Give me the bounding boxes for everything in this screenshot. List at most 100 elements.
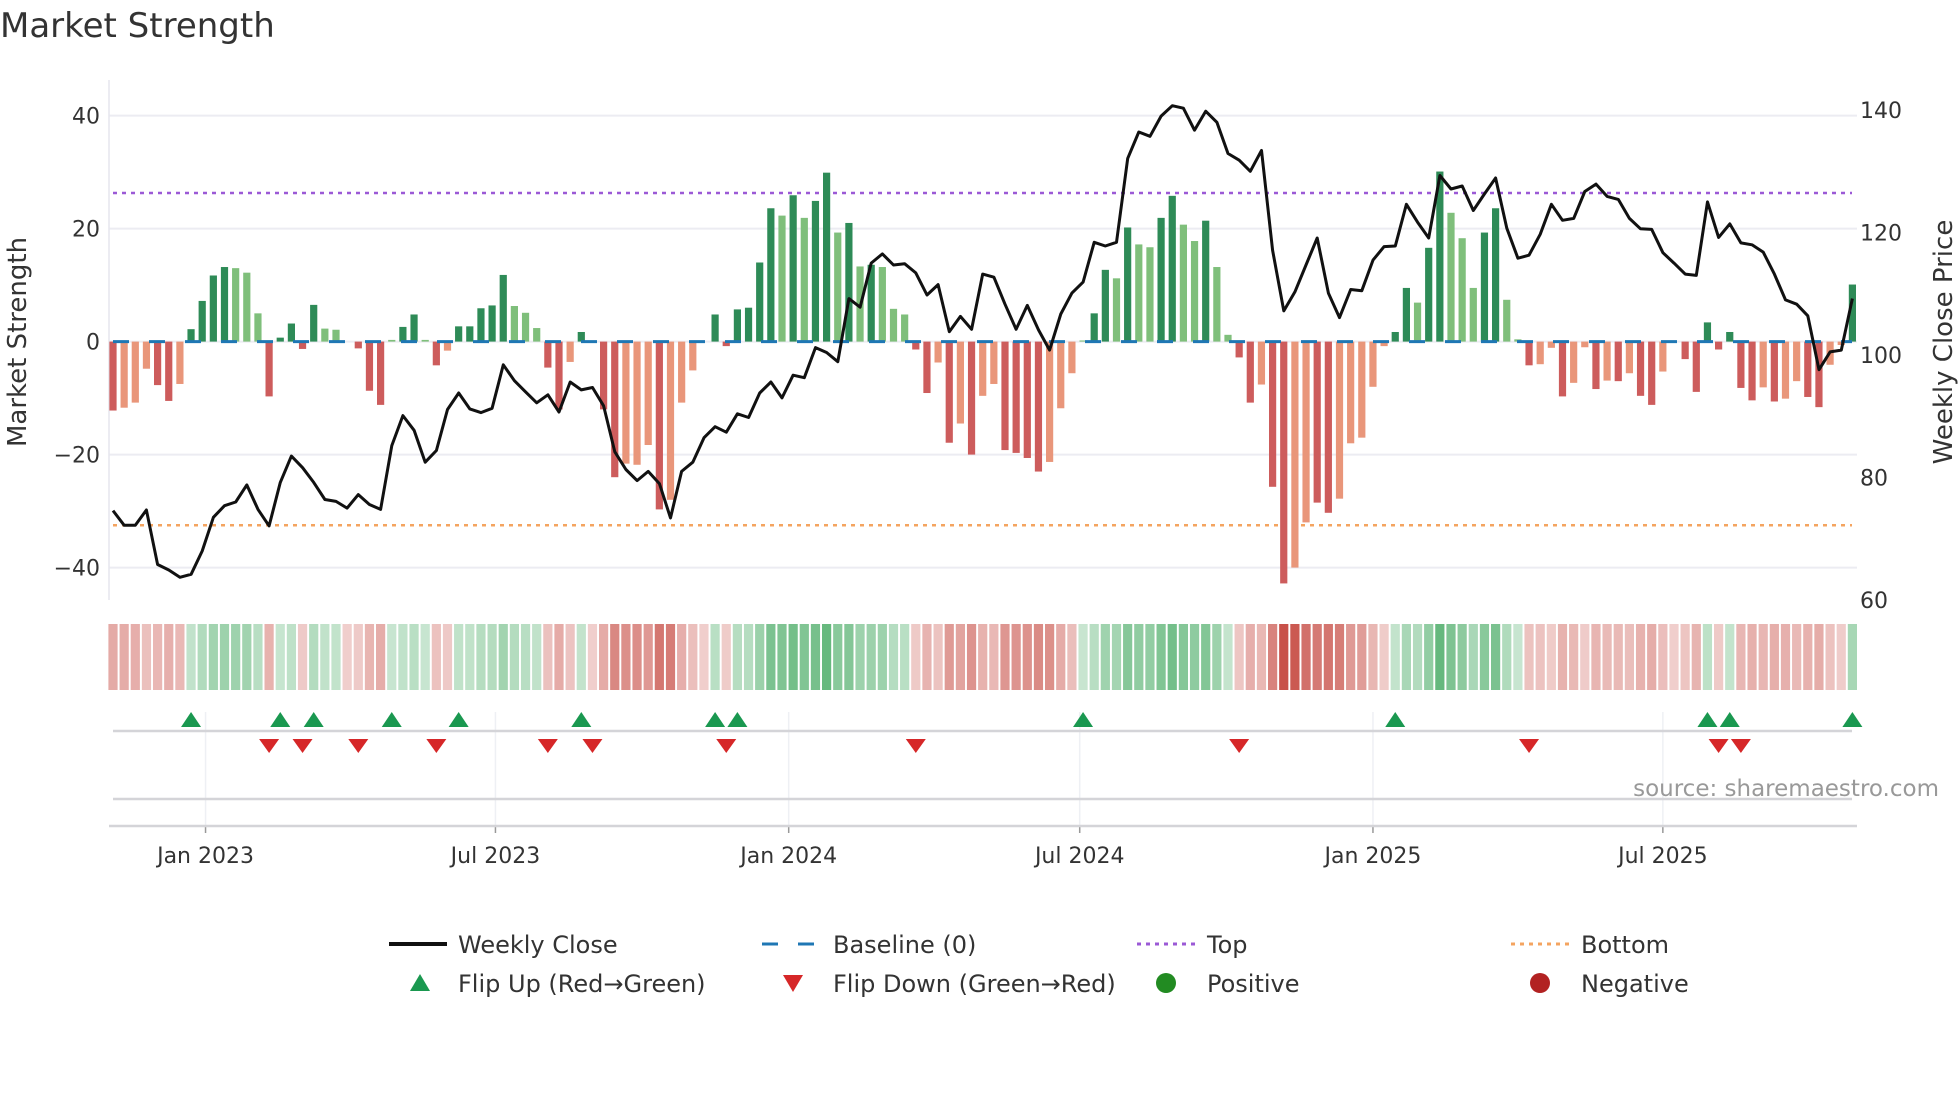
legend-item: Negative [1530,970,1689,998]
strength-heat-cell [688,624,698,690]
flip-down-marker [1730,739,1751,753]
strength-heat-cell [442,624,453,690]
strength-bar [377,341,385,405]
flip-up-marker [571,712,592,727]
flip-down-marker [1708,739,1729,753]
legend-label: Baseline (0) [833,931,976,959]
strength-bar [1124,227,1132,342]
strength-heat-cell [978,624,988,690]
strength-heat-cell [922,624,932,690]
strength-bar [1046,341,1054,462]
flip-down-marker [1519,739,1540,753]
strength-bar [778,215,786,342]
strength-heat-cell [1647,624,1657,690]
strength-bar [789,195,797,342]
strength-heat-cell [1624,624,1634,690]
strength-bar [455,326,463,342]
strength-heat-cell [498,624,508,690]
strength-bar [1190,241,1199,342]
strength-heat-cell [108,624,118,690]
strength-heat-cell [743,624,754,690]
strength-bar [354,341,362,349]
strength-heat-cell [1669,624,1679,690]
strength-heat-cell [1691,624,1701,690]
strength-heat-cell [1390,624,1400,690]
strength-heat-cell [130,624,140,690]
strength-bar [956,341,964,424]
strength-bar [934,341,942,363]
strength-bar [1804,341,1812,397]
strength-heat-cell [844,624,854,690]
strength-bar [1570,341,1578,383]
strength-bar [1614,341,1622,382]
market-strength-chart: 40 20 0 −20 −40 140 120 100 80 60 Market Strength W… [3,80,1959,998]
strength-heat-cell [565,624,575,690]
strength-bar [388,339,396,342]
strength-heat-cell [677,624,687,690]
strength-heat-cell [1134,624,1144,690]
strength-heat-cell [1747,624,1757,690]
strength-heat-cell [1524,624,1534,690]
strength-bar [310,304,318,342]
y2-tick-label: 100 [1860,344,1902,369]
y-tick-label: 20 [72,218,100,243]
x-tick-label: Jul 2024 [1033,844,1125,869]
strength-bar [265,341,273,397]
strength-heat-cell [364,624,375,690]
strength-bar [1090,313,1098,342]
strength-heat-cell [253,624,263,690]
strength-heat-cell [1056,624,1066,690]
strength-bar [945,341,953,443]
strength-bar [823,172,831,342]
strength-bar [1324,341,1332,513]
strength-bar [1793,341,1801,382]
strength-bar [1770,341,1778,402]
strength-heat-cell [1435,624,1445,690]
strength-bar [1726,331,1734,342]
legend-item: Baseline (0) [762,931,976,959]
strength-heat-cell [1256,624,1267,690]
strength-bar [678,341,686,403]
strength-bar [1168,195,1176,342]
strength-bar [232,268,240,342]
strength-heat-cell [1792,624,1802,690]
strength-heat-cell [465,624,475,690]
strength-bar [544,341,552,368]
strength-bar [756,262,764,342]
strength-bar [1179,224,1187,342]
strength-bar [477,308,485,342]
legend-label: Bottom [1581,931,1669,959]
flip-down-marker [426,739,447,753]
strength-heat-cell [766,624,776,690]
strength-bar [421,339,429,342]
strength-bar [767,208,775,342]
strength-heat-cell [788,624,798,690]
strength-heat-cell [1580,624,1590,690]
strength-bar [399,326,407,342]
strength-bar [1447,212,1455,342]
strength-bar [276,337,284,342]
strength-bar [410,314,418,342]
strength-bar [1469,287,1477,342]
x-tick-label: Jul 2023 [449,844,541,869]
strength-heat-cell [1045,624,1055,690]
strength-bar [1659,341,1667,372]
strength-bar [1425,247,1433,342]
strength-bar [109,341,117,411]
legend-label: Negative [1581,970,1689,998]
flip-down-marker [348,739,369,753]
strength-bar [967,341,976,455]
x-tick-label: Jan 2024 [738,844,837,869]
strength-heat-cell [1479,624,1490,690]
strength-heat-cell [654,624,664,690]
strength-heat-cell [1145,624,1155,690]
strength-heat-cell [1223,624,1233,690]
strength-bar [365,341,374,391]
strength-heat-cell [855,624,865,690]
legend-label: Flip Down (Green→Red) [833,970,1116,998]
strength-heat-cell [309,624,319,690]
strength-heat-cell [1725,624,1735,690]
strength-heat-cell [1825,624,1835,690]
strength-heat-cell [1022,624,1032,690]
strength-bar [1246,341,1254,403]
